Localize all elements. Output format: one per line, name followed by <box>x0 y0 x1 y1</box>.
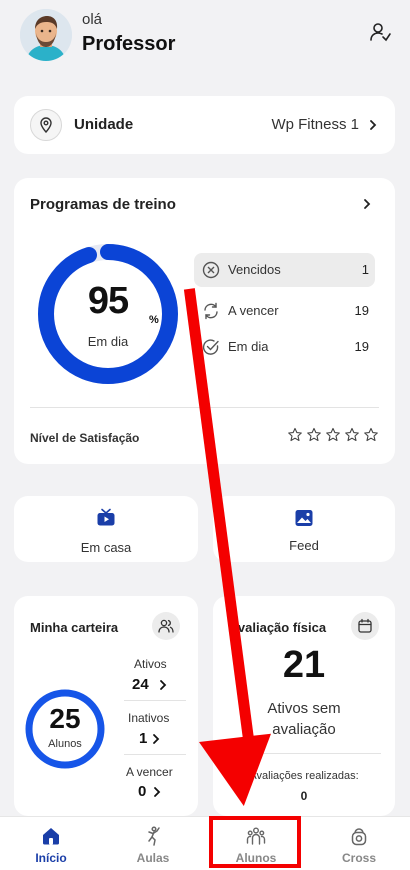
nav-inicio[interactable]: Início <box>0 817 102 870</box>
home-icon <box>43 828 59 845</box>
wallet-item-label: Ativos <box>134 657 167 671</box>
unit-value: Wp Fitness 1 <box>271 116 359 133</box>
students-ring: 25 Alunos <box>24 688 106 770</box>
programs-progress-ring: 95 % Em dia <box>36 242 180 386</box>
training-programs-card[interactable]: Programas de treino 95 % Em dia Vencidos… <box>14 178 395 464</box>
stat-value: 19 <box>354 303 369 318</box>
stat-label: Em dia <box>228 339 269 354</box>
chevron-right-icon <box>154 787 161 797</box>
divider <box>124 754 186 755</box>
x-circle-icon <box>202 261 220 279</box>
stat-up-to-date[interactable]: Em dia 19 <box>194 330 375 364</box>
image-icon <box>295 510 313 526</box>
star-icon <box>288 427 302 442</box>
unit-selector[interactable]: Unidade Wp Fitness 1 <box>14 96 395 154</box>
star-icon <box>364 427 378 442</box>
physical-evaluation-card[interactable]: Avaliação física 21 Ativos sem avaliação… <box>213 596 395 816</box>
chevron-right-icon <box>153 734 160 744</box>
evaluations-done-value: 0 <box>300 789 308 803</box>
unit-label: Unidade <box>74 116 134 133</box>
percent-sign: % <box>149 314 159 326</box>
shortcut-em-casa[interactable]: Em casa <box>14 496 198 562</box>
cross-icon <box>351 828 367 846</box>
nav-aulas[interactable]: Aulas <box>102 817 204 870</box>
group-icon[interactable] <box>152 612 180 640</box>
programs-title: Programas de treino <box>30 196 176 213</box>
aulas-icon <box>148 826 160 846</box>
star-icon <box>307 427 321 442</box>
chevron-right-icon[interactable] <box>361 198 373 210</box>
nav-cross[interactable]: Cross <box>308 817 410 870</box>
wallet-title: Minha carteira <box>30 620 119 635</box>
students-total: 25 <box>49 703 81 734</box>
stat-value: 1 <box>361 262 369 277</box>
calendar-icon[interactable] <box>351 612 379 640</box>
avatar[interactable] <box>20 9 72 61</box>
location-pin-icon <box>30 109 62 141</box>
students-label: Alunos <box>48 738 82 750</box>
divider <box>124 700 186 701</box>
chevron-right-icon <box>370 120 377 130</box>
nav-label: Alunos <box>235 851 277 865</box>
evaluation-count: 21 <box>282 644 326 686</box>
stat-expired[interactable]: Vencidos 1 <box>194 253 375 287</box>
shortcut-feed[interactable]: Feed <box>213 496 395 562</box>
evaluations-done-label: Avaliações realizadas: <box>249 770 359 782</box>
wallet-item-label: A vencer <box>126 765 173 779</box>
stat-label: A vencer <box>228 303 279 318</box>
shortcut-label: Feed <box>289 538 319 553</box>
check-circle-icon <box>202 339 219 355</box>
nav-alunos[interactable]: Alunos <box>205 817 307 870</box>
satisfaction-label: Nível de Satisfação <box>30 431 140 445</box>
refresh-icon <box>204 302 218 320</box>
shortcut-label: Em casa <box>80 540 132 555</box>
wallet-card[interactable]: Minha carteira 25 Alunos Ativos 24 Inati… <box>14 596 198 816</box>
stat-expiring[interactable]: A vencer 19 <box>194 294 375 328</box>
evaluation-count-label: Ativos sem avaliação <box>267 700 341 738</box>
star-icon <box>345 427 359 442</box>
evaluation-title: Avaliação física <box>229 620 327 635</box>
nav-label: Início <box>35 851 67 865</box>
bottom-nav: Início Aulas Alunos Cross <box>0 816 410 870</box>
wallet-item-value: 24 <box>132 676 149 693</box>
divider <box>227 753 381 754</box>
user-settings-icon[interactable] <box>368 20 392 44</box>
nav-label: Aulas <box>136 851 170 865</box>
wallet-item-value: 0 <box>138 783 147 800</box>
wallet-item-label: Inativos <box>128 711 170 725</box>
greeting: olá <box>82 11 103 28</box>
star-icon <box>326 427 340 442</box>
stat-label: Vencidos <box>228 262 281 277</box>
header: olá Professor <box>0 0 410 80</box>
divider <box>30 407 379 408</box>
chevron-right-icon <box>160 680 167 690</box>
programs-status: Em dia <box>87 334 129 349</box>
wallet-item-value: 1 <box>139 730 148 747</box>
nav-label: Cross <box>341 851 376 865</box>
user-name: Professor <box>82 33 176 55</box>
satisfaction-stars <box>287 427 379 443</box>
tv-icon <box>97 508 115 526</box>
stat-value: 19 <box>354 339 369 354</box>
alunos-icon <box>246 827 266 845</box>
